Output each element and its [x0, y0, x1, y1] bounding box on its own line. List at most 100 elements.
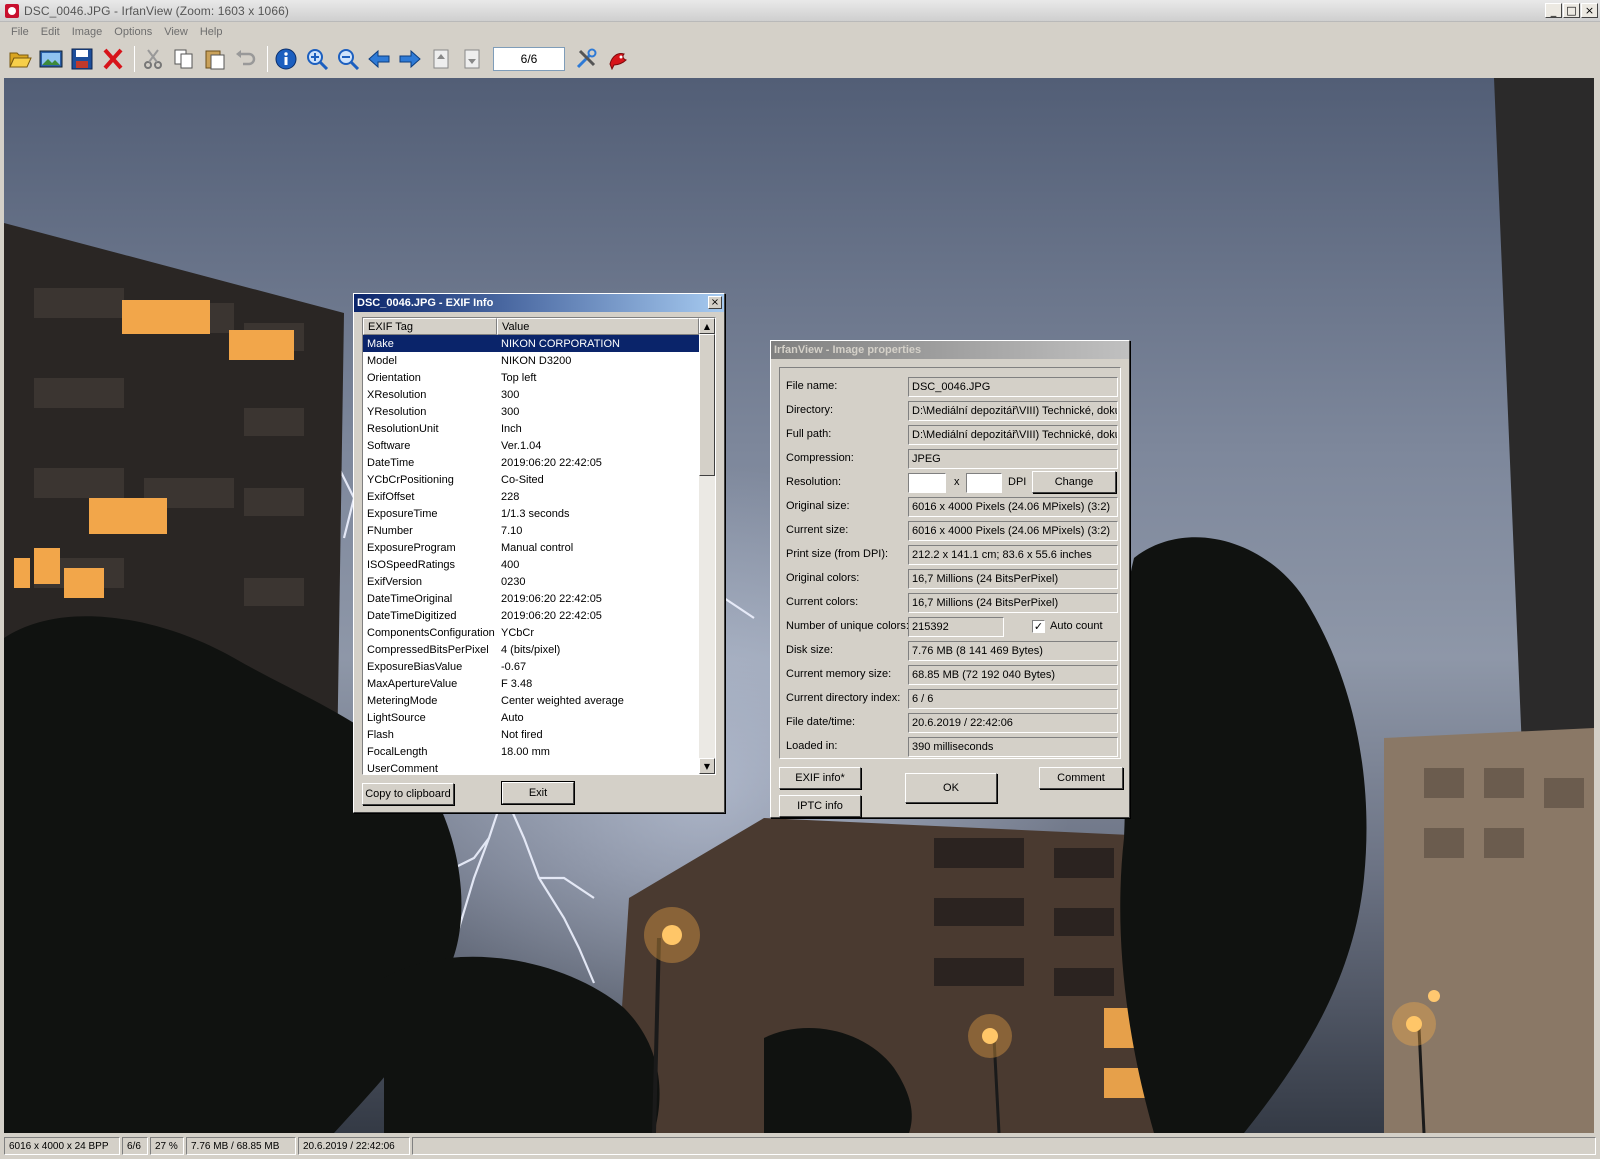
- menu-image[interactable]: Image: [67, 26, 108, 38]
- current-size-field[interactable]: 6016 x 4000 Pixels (24.06 MPixels) (3:2): [908, 521, 1118, 541]
- scroll-thumb[interactable]: [699, 334, 715, 476]
- exif-row[interactable]: YResolution 300: [363, 403, 715, 420]
- iptc-info-button[interactable]: IPTC info: [779, 795, 861, 817]
- paste-icon[interactable]: [201, 45, 229, 73]
- copy-icon[interactable]: [170, 45, 198, 73]
- exif-row[interactable]: YCbCrPositioning Co-Sited: [363, 471, 715, 488]
- file-name-field[interactable]: DSC_0046.JPG: [908, 377, 1118, 397]
- prev-icon[interactable]: [365, 45, 393, 73]
- exif-tag-cell: ExposureBiasValue: [367, 660, 463, 673]
- print-size-field[interactable]: 212.2 x 141.1 cm; 83.6 x 55.6 inches: [908, 545, 1118, 565]
- open-icon[interactable]: [6, 45, 34, 73]
- first-page-icon[interactable]: [427, 45, 455, 73]
- maximize-button[interactable]: □: [1563, 3, 1580, 18]
- delete-icon[interactable]: [99, 45, 127, 73]
- file-datetime-field[interactable]: 20.6.2019 / 22:42:06: [908, 713, 1118, 733]
- slideshow-icon[interactable]: [37, 45, 65, 73]
- exif-row[interactable]: DateTimeDigitized 2019:06:20 22:42:05: [363, 607, 715, 624]
- info-icon[interactable]: [272, 45, 300, 73]
- exif-row[interactable]: ExposureTime 1/1.3 seconds: [363, 505, 715, 522]
- ok-button[interactable]: OK: [905, 773, 997, 803]
- exif-row[interactable]: ExposureBiasValue -0.67: [363, 658, 715, 675]
- scroll-down-icon[interactable]: ▼: [699, 758, 715, 774]
- full-path-field[interactable]: D:\Mediální depozitář\VIII) Technické, d…: [908, 425, 1118, 445]
- undo-icon[interactable]: [232, 45, 260, 73]
- window-titlebar[interactable]: DSC_0046.JPG - IrfanView (Zoom: 1603 x 1…: [0, 0, 1600, 22]
- exif-table[interactable]: EXIF Tag Value Make NIKON CORPORATION Mode…: [362, 317, 716, 775]
- menu-edit[interactable]: Edit: [36, 26, 65, 38]
- loaded-in-field[interactable]: 390 milliseconds: [908, 737, 1118, 757]
- exif-scrollbar[interactable]: ▲ ▼: [699, 318, 715, 774]
- memory-size-field[interactable]: 68.85 MB (72 192 040 Bytes): [908, 665, 1118, 685]
- exif-dialog-titlebar[interactable]: DSC_0046.JPG - EXIF Info ×: [354, 294, 724, 312]
- col-header-tag[interactable]: EXIF Tag: [363, 318, 497, 335]
- auto-count-checkbox[interactable]: ✓: [1032, 620, 1045, 633]
- directory-index-field[interactable]: 6 / 6: [908, 689, 1118, 709]
- exif-row[interactable]: CompressedBitsPerPixel 4 (bits/pixel): [363, 641, 715, 658]
- exif-row[interactable]: MeteringMode Center weighted average: [363, 692, 715, 709]
- irfanview-app-icon[interactable]: [4, 3, 20, 19]
- menu-file[interactable]: File: [6, 26, 34, 38]
- original-size-field[interactable]: 6016 x 4000 Pixels (24.06 MPixels) (3:2): [908, 497, 1118, 517]
- exif-row[interactable]: ExposureProgram Manual control: [363, 539, 715, 556]
- exif-row[interactable]: DateTimeOriginal 2019:06:20 22:42:05: [363, 590, 715, 607]
- directory-label: Directory:: [786, 404, 834, 416]
- save-icon[interactable]: [68, 45, 96, 73]
- exif-row[interactable]: DateTime 2019:06:20 22:42:05: [363, 454, 715, 471]
- exif-row[interactable]: Orientation Top left: [363, 369, 715, 386]
- close-button[interactable]: ×: [1581, 3, 1598, 18]
- resolution-y-input[interactable]: [966, 473, 1002, 493]
- original-colors-field[interactable]: 16,7 Millions (24 BitsPerPixel): [908, 569, 1118, 589]
- toolbar-separator: [134, 46, 135, 72]
- minimize-button[interactable]: _: [1545, 3, 1562, 18]
- next-icon[interactable]: [396, 45, 424, 73]
- exif-close-button[interactable]: ×: [708, 296, 722, 309]
- cut-icon[interactable]: [139, 45, 167, 73]
- resolution-x-input[interactable]: [908, 473, 946, 493]
- exif-row[interactable]: Make NIKON CORPORATION: [363, 335, 715, 352]
- exif-dialog-title: DSC_0046.JPG - EXIF Info: [357, 297, 494, 309]
- exif-row[interactable]: UserComment: [363, 760, 715, 775]
- exif-row[interactable]: ExifOffset 228: [363, 488, 715, 505]
- zoom-out-icon[interactable]: [334, 45, 362, 73]
- irfanview-icon[interactable]: [604, 45, 632, 73]
- exif-row[interactable]: Flash Not fired: [363, 726, 715, 743]
- exif-row[interactable]: FocalLength 18.00 mm: [363, 743, 715, 760]
- exif-value-cell: 7.10: [501, 524, 523, 537]
- exif-row[interactable]: Model NIKON D3200: [363, 352, 715, 369]
- change-resolution-button[interactable]: Change: [1032, 471, 1116, 493]
- menu-options[interactable]: Options: [109, 26, 157, 38]
- menu-help[interactable]: Help: [195, 26, 228, 38]
- scroll-up-icon[interactable]: ▲: [699, 318, 715, 334]
- menu-view[interactable]: View: [159, 26, 193, 38]
- exif-info-button[interactable]: EXIF info*: [779, 767, 861, 789]
- exif-row[interactable]: ExifVersion 0230: [363, 573, 715, 590]
- memory-size-label: Current memory size:: [786, 668, 892, 680]
- col-header-value[interactable]: Value: [497, 318, 699, 335]
- compression-field[interactable]: JPEG: [908, 449, 1118, 469]
- directory-field[interactable]: D:\Mediální depozitář\VIII) Technické, d…: [908, 401, 1118, 421]
- disk-size-field[interactable]: 7.76 MB (8 141 469 Bytes): [908, 641, 1118, 661]
- exif-info-dialog: DSC_0046.JPG - EXIF Info × EXIF Tag Valu…: [353, 293, 725, 813]
- exif-row[interactable]: XResolution 300: [363, 386, 715, 403]
- exif-row[interactable]: Software Ver.1.04: [363, 437, 715, 454]
- zoom-in-icon[interactable]: [303, 45, 331, 73]
- last-page-icon[interactable]: [458, 45, 486, 73]
- exit-button[interactable]: Exit: [501, 781, 575, 805]
- exif-row[interactable]: ISOSpeedRatings 400: [363, 556, 715, 573]
- exif-row[interactable]: LightSource Auto: [363, 709, 715, 726]
- current-colors-field[interactable]: 16,7 Millions (24 BitsPerPixel): [908, 593, 1118, 613]
- unique-colors-field[interactable]: 215392: [908, 617, 1004, 637]
- exif-row[interactable]: FNumber 7.10: [363, 522, 715, 539]
- props-dialog-titlebar[interactable]: IrfanView - Image properties: [771, 341, 1129, 359]
- exif-rows: Make NIKON CORPORATION Model NIKON D3200 Ori…: [363, 335, 715, 775]
- exif-tag-cell: FNumber: [367, 524, 413, 537]
- copy-to-clipboard-button[interactable]: Copy to clipboard: [362, 783, 454, 805]
- comment-button[interactable]: Comment: [1039, 767, 1123, 789]
- exif-row[interactable]: ResolutionUnit Inch: [363, 420, 715, 437]
- exif-row[interactable]: ComponentsConfiguration YCbCr: [363, 624, 715, 641]
- exif-row[interactable]: MaxApertureValue F 3.48: [363, 675, 715, 692]
- toolbar: 6/6: [0, 41, 1600, 77]
- image-counter-field[interactable]: 6/6: [493, 47, 565, 71]
- settings-icon[interactable]: [573, 45, 601, 73]
